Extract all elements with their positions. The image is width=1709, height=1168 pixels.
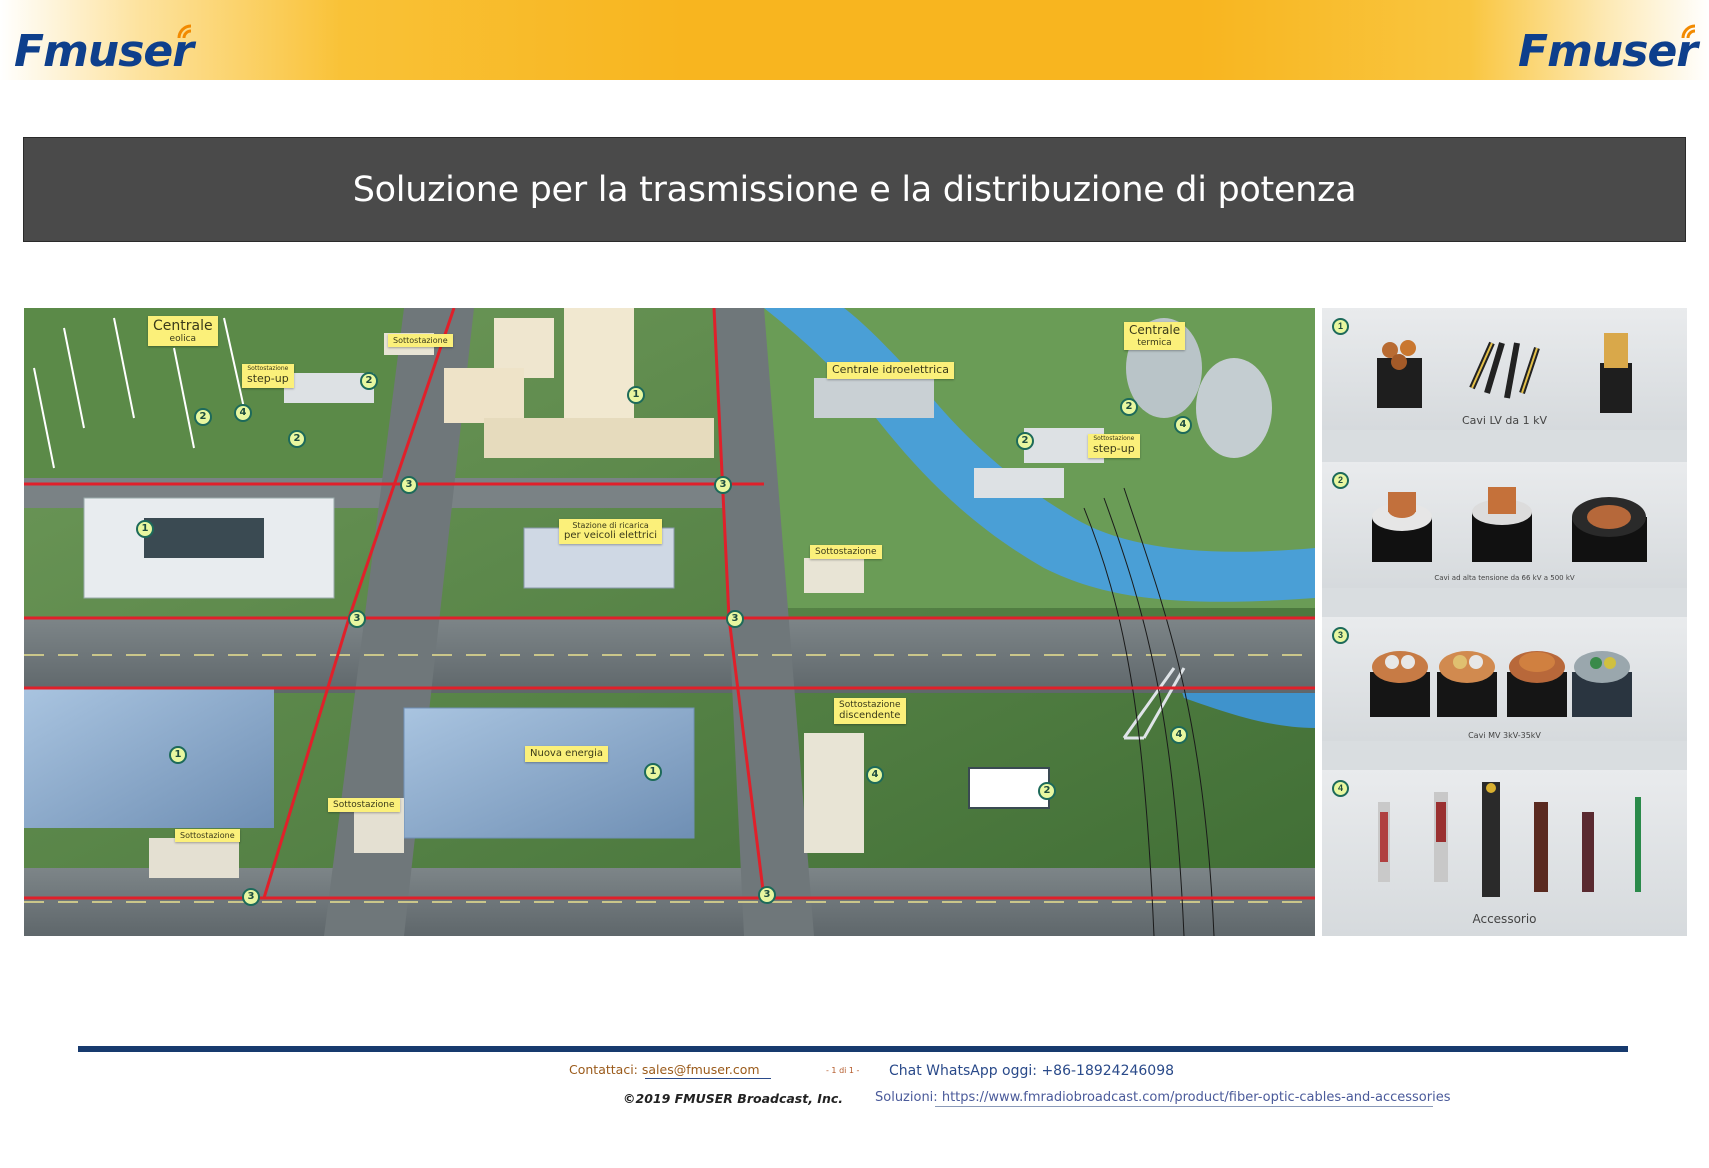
marker-4: 4 xyxy=(1174,416,1192,434)
logo-right-text: Fmuser xyxy=(1518,26,1698,77)
product-mv-cables: 3 Cavi MV 3kV-35kV xyxy=(1322,617,1687,741)
marker-1: 1 xyxy=(644,763,662,781)
marker-3: 3 xyxy=(400,476,418,494)
marker-3: 3 xyxy=(242,888,260,906)
label-substation-bottom: Sottostazione xyxy=(328,798,400,813)
marker-3: 3 xyxy=(348,610,366,628)
logo-left-text: Fmuser xyxy=(14,26,194,77)
lv-cable-image xyxy=(1377,333,1632,413)
copyright: ©2019 FMUSER Broadcast, Inc. xyxy=(623,1091,844,1106)
mv-cable-image xyxy=(1370,651,1632,717)
marker-2: 2 xyxy=(288,430,306,448)
hv-cable-image xyxy=(1372,487,1647,562)
product-caption: Accessorio xyxy=(1472,912,1537,926)
page-number: - 1 di 1 - xyxy=(826,1066,860,1075)
whatsapp-contact[interactable]: Chat WhatsApp oggi: +86-18924246098 xyxy=(889,1063,1174,1079)
page-title: Soluzione per la trasmissione e la distr… xyxy=(352,169,1357,210)
label-substation-mid: Sottostazione xyxy=(810,545,882,560)
marker-2: 2 xyxy=(360,372,378,390)
marker-4: 4 xyxy=(866,766,884,784)
label-wind-plant: Centrale eolica xyxy=(148,316,218,347)
product-accessories: 4 Accessorio xyxy=(1322,770,1687,936)
footer-solutions: Soluzioni: https://www.fmradiobroadcast.… xyxy=(875,1090,1450,1105)
product-panel: 1 Cavi LV da 1 kV 2 Cavi ad alta tension… xyxy=(1322,308,1687,936)
marker-3: 3 xyxy=(714,476,732,494)
marker-1: 1 xyxy=(136,520,154,538)
label-stepdown-substation: Sottostazione discendente xyxy=(834,698,906,724)
factory-left xyxy=(24,688,274,828)
contact-email-link[interactable]: sales@fmuser.com xyxy=(642,1062,760,1077)
product-hv-cables: 2 Cavi ad alta tensione da 66 kV a 500 k… xyxy=(1322,462,1687,588)
logo-left: Fmuser xyxy=(14,24,194,77)
product-caption: Cavi LV da 1 kV xyxy=(1461,414,1548,427)
marker-1: 1 xyxy=(627,386,645,404)
marker-2: 2 xyxy=(1120,398,1138,416)
label-charging-station: Stazione di ricarica per veicoli elettri… xyxy=(559,519,663,544)
label-stepup-left: Sottostazione step-up xyxy=(242,364,294,388)
product-caption: Cavi MV 3kV-35kV xyxy=(1468,731,1541,740)
marker-2: 2 xyxy=(1038,782,1056,800)
label-new-energy: Nuova energia xyxy=(525,746,608,762)
marker-3: 3 xyxy=(758,886,776,904)
footer-divider xyxy=(78,1046,1628,1052)
marker-3: 3 xyxy=(726,610,744,628)
marker-2: 2 xyxy=(1016,432,1034,450)
signal-icon xyxy=(1681,24,1696,39)
solutions-label: Soluzioni: xyxy=(875,1090,938,1105)
contact-label: Contattaci: xyxy=(569,1062,638,1077)
label-stepup-right: Sottostazione step-up xyxy=(1088,434,1140,458)
marker-2: 2 xyxy=(194,408,212,426)
label-hydro-plant: Centrale idroelettrica xyxy=(827,362,954,379)
label-substation-bottom-left: Sottostazione xyxy=(175,829,240,843)
label-thermal-plant: Centrale termica xyxy=(1124,322,1186,351)
product-lv-cables: 1 Cavi LV da 1 kV xyxy=(1322,308,1687,430)
solutions-link-underline xyxy=(935,1106,1433,1107)
logo-right: Fmuser xyxy=(1518,24,1698,77)
power-distribution-map: Centrale eolica Sottostazione Sottostazi… xyxy=(24,308,1315,936)
contact-email-underline xyxy=(645,1078,771,1079)
marker-4: 4 xyxy=(1170,726,1188,744)
label-substation-top: Sottostazione xyxy=(388,334,453,348)
header-banner xyxy=(0,0,1709,80)
product-caption: Cavi ad alta tensione da 66 kV a 500 kV xyxy=(1434,574,1575,582)
signal-icon xyxy=(177,24,192,39)
solutions-link[interactable]: https://www.fmradiobroadcast.com/product… xyxy=(942,1090,1451,1105)
title-bar: Soluzione per la trasmissione e la distr… xyxy=(23,137,1686,242)
accessory-image xyxy=(1378,782,1641,897)
marker-4: 4 xyxy=(234,404,252,422)
footer-contact: Contattaci: sales@fmuser.com xyxy=(569,1062,760,1077)
marker-1: 1 xyxy=(169,746,187,764)
